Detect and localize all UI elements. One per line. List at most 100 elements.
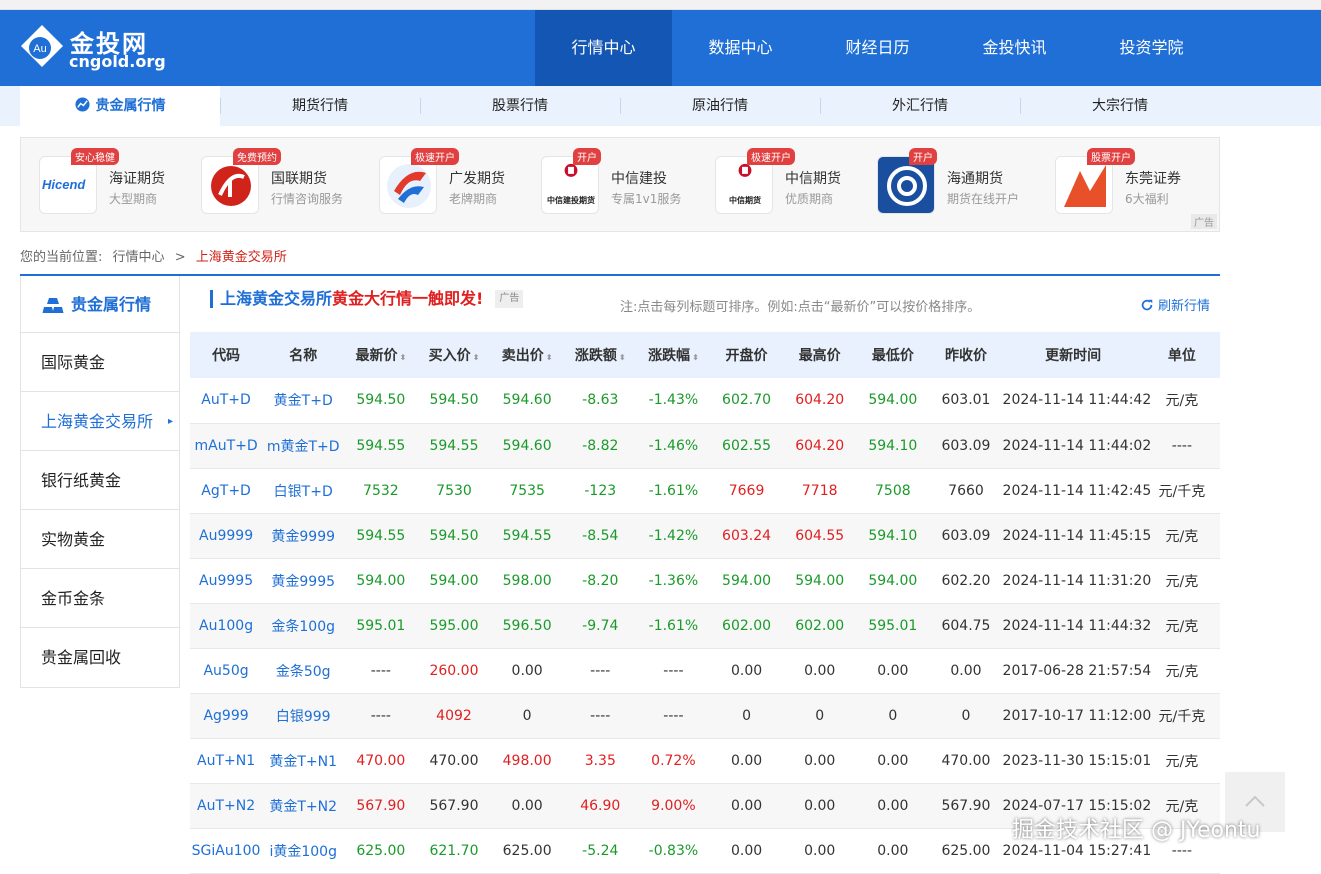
- main-nav-item[interactable]: 行情中心: [535, 10, 672, 86]
- quote-code[interactable]: AuT+D: [190, 378, 263, 424]
- logo-mark-text: Au: [33, 43, 46, 55]
- sidebar-title: 贵金属行情: [21, 276, 179, 333]
- subnav-item[interactable]: 贵金属行情: [20, 86, 220, 126]
- main-nav-item[interactable]: 数据中心: [672, 10, 809, 86]
- quote-cell: 594.00: [344, 558, 418, 604]
- column-header[interactable]: 开盘价: [709, 332, 784, 378]
- table-row[interactable]: AuT+D 黄金T+D 594.50 594.50 594.60 -8.63 -1.43% 6…: [190, 378, 1220, 424]
- quote-cell: 元/克: [1143, 378, 1220, 424]
- column-header[interactable]: 代码: [190, 332, 263, 378]
- quote-name[interactable]: 黄金T+N1: [262, 738, 345, 784]
- table-row[interactable]: AgT+D 白银T+D 7532 7530 7535 -123 -1.61% 7669 7718…: [190, 468, 1220, 514]
- quote-code[interactable]: AuT+N2: [190, 783, 263, 829]
- table-row[interactable]: Au9995 黄金9995 594.00 594.00 598.00 -8.20 -1.36…: [190, 558, 1220, 604]
- sort-hint: 注:点击每列标题可排序。例如:点击“最新价”可以按价格排序。: [620, 300, 981, 315]
- column-header[interactable]: 涨跌额 ⬍: [563, 332, 637, 378]
- quote-name[interactable]: 白银T+D: [262, 468, 345, 514]
- promo-link[interactable]: 黄金大行情一触即发!: [332, 289, 483, 308]
- quote-code[interactable]: Au9995: [190, 558, 263, 604]
- quote-cell: 0.00: [856, 828, 930, 874]
- quote-cell: 0.00: [709, 738, 784, 784]
- table-row[interactable]: Au9999 黄金9999 594.55 594.50 594.55 -8.54 -1.42…: [190, 513, 1220, 559]
- main-nav-item[interactable]: 金投快讯: [946, 10, 1083, 86]
- sidebar-item[interactable]: 银行纸黄金: [21, 451, 179, 510]
- quote-cell: 594.60: [490, 423, 564, 469]
- column-header[interactable]: 最低价: [856, 332, 930, 378]
- quote-cell: 567.90: [417, 783, 491, 829]
- site-logo[interactable]: Au 金投网 cngold.org: [20, 22, 170, 74]
- quote-name[interactable]: 黄金T+D: [262, 378, 345, 424]
- broker-ad[interactable]: Hicend 安心稳健 海证期货 大型期商: [39, 148, 189, 214]
- column-header-label: 代码: [212, 348, 241, 364]
- quote-code[interactable]: Au100g: [190, 603, 263, 649]
- quote-name[interactable]: 黄金T+N2: [262, 783, 345, 829]
- broker-tagline: 老牌期商: [449, 192, 498, 206]
- table-row[interactable]: Au50g 金条50g ---- 260.00 0.00 ---- ---- 0.00 0.00…: [190, 648, 1220, 694]
- subnav-label: 原油行情: [692, 98, 748, 114]
- column-header[interactable]: 更新时间: [1002, 332, 1144, 378]
- quote-cell: 594.50: [417, 378, 491, 424]
- breadcrumb-parent[interactable]: 行情中心: [113, 250, 165, 265]
- quote-cell: ----: [563, 693, 637, 739]
- quote-cell: ----: [563, 648, 637, 694]
- column-header[interactable]: 最高价: [783, 332, 857, 378]
- broker-ad[interactable]: 股票开户 东莞证券 6大福利: [1055, 148, 1205, 214]
- quote-cell: 7508: [856, 468, 930, 514]
- quote-name[interactable]: 金条50g: [262, 648, 345, 694]
- quote-name[interactable]: 黄金9995: [262, 558, 345, 604]
- sidebar-item[interactable]: 国际黄金: [21, 333, 179, 392]
- subnav-item[interactable]: 外汇行情: [820, 86, 1020, 126]
- subnav-item[interactable]: 期货行情: [220, 86, 420, 126]
- subnav-item[interactable]: 大宗行情: [1020, 86, 1220, 126]
- quote-name[interactable]: i黄金100g: [262, 828, 345, 874]
- broker-ad[interactable]: 中信期货 极速开户 中信期货 优质期商: [715, 148, 865, 214]
- quote-code[interactable]: Ag999: [190, 693, 263, 739]
- quote-cell: 2017-06-28 21:57:54: [1002, 648, 1151, 694]
- table-row[interactable]: AuT+N1 黄金T+N1 470.00 470.00 498.00 3.35 0.72% 0…: [190, 738, 1220, 784]
- sidebar-item[interactable]: 上海黄金交易所 ▸: [21, 392, 179, 451]
- sidebar-item[interactable]: 贵金属回收: [21, 628, 179, 687]
- quote-cell: 元/千克: [1143, 693, 1220, 739]
- column-header[interactable]: 买入价 ⬍: [417, 332, 491, 378]
- subnav-item[interactable]: 原油行情: [620, 86, 820, 126]
- quote-cell: 470.00: [929, 738, 1003, 784]
- main-nav-item[interactable]: 财经日历: [809, 10, 946, 86]
- table-row[interactable]: Ag999 白银999 ---- 4092 0 ---- ---- 0 0 0 0 2017-10-1…: [190, 693, 1220, 739]
- quote-name[interactable]: 黄金9999: [262, 513, 345, 559]
- broker-name: 国联期货: [271, 171, 327, 187]
- table-row[interactable]: mAuT+D m黄金T+D 594.55 594.55 594.60 -8.82 -1.46…: [190, 423, 1220, 469]
- broker-ad[interactable]: 免费预约 国联期货 行情咨询服务: [201, 148, 351, 214]
- quote-code[interactable]: AuT+N1: [190, 738, 263, 784]
- broker-ad[interactable]: 极速开户 广发期货 老牌期商: [379, 148, 529, 214]
- column-header[interactable]: 涨跌幅 ⬍: [636, 332, 710, 378]
- sidebar-item[interactable]: 金币金条: [21, 569, 179, 628]
- quote-name[interactable]: 金条100g: [262, 603, 345, 649]
- column-header[interactable]: 单位: [1143, 332, 1220, 378]
- quote-cell: 0: [929, 693, 1003, 739]
- quote-code[interactable]: SGiAu100: [190, 828, 263, 874]
- column-header[interactable]: 昨收价: [929, 332, 1003, 378]
- quote-name[interactable]: m黄金T+D: [262, 423, 345, 469]
- sidebar-item[interactable]: 实物黄金: [21, 510, 179, 569]
- table-body: AuT+D 黄金T+D 594.50 594.50 594.60 -8.63 -1.43% 6…: [190, 378, 1220, 874]
- quote-name[interactable]: 白银999: [262, 693, 345, 739]
- quote-code[interactable]: mAuT+D: [190, 423, 263, 469]
- subnav-item[interactable]: 股票行情: [420, 86, 620, 126]
- refresh-button[interactable]: 刷新行情: [1140, 295, 1210, 314]
- column-header[interactable]: 最新价 ⬍: [344, 332, 418, 378]
- quote-code[interactable]: Au50g: [190, 648, 263, 694]
- table-row[interactable]: Au100g 金条100g 595.01 595.00 596.50 -9.74 -1.61…: [190, 603, 1220, 649]
- quote-cell: 604.20: [783, 423, 857, 469]
- broker-name: 中信建投: [611, 171, 667, 187]
- main-nav-item[interactable]: 投资学院: [1083, 10, 1220, 86]
- quote-code[interactable]: Au9999: [190, 513, 263, 559]
- broker-ad[interactable]: 开户 海通期货 期货在线开户: [877, 148, 1027, 214]
- broker-logo-text: 中信建投期货: [547, 196, 595, 205]
- column-header[interactable]: 名称: [262, 332, 345, 378]
- site-header: Au 金投网 cngold.org 行情中心 数据中心 财经日历 金投快讯 投资学院: [0, 10, 1321, 86]
- quote-code[interactable]: AgT+D: [190, 468, 263, 514]
- quote-cell: 0.00: [709, 783, 784, 829]
- quote-cell: ----: [636, 693, 710, 739]
- broker-ad[interactable]: 中信建投期货 开户 中信建投 专属1v1服务: [541, 148, 691, 214]
- column-header[interactable]: 卖出价 ⬍: [490, 332, 564, 378]
